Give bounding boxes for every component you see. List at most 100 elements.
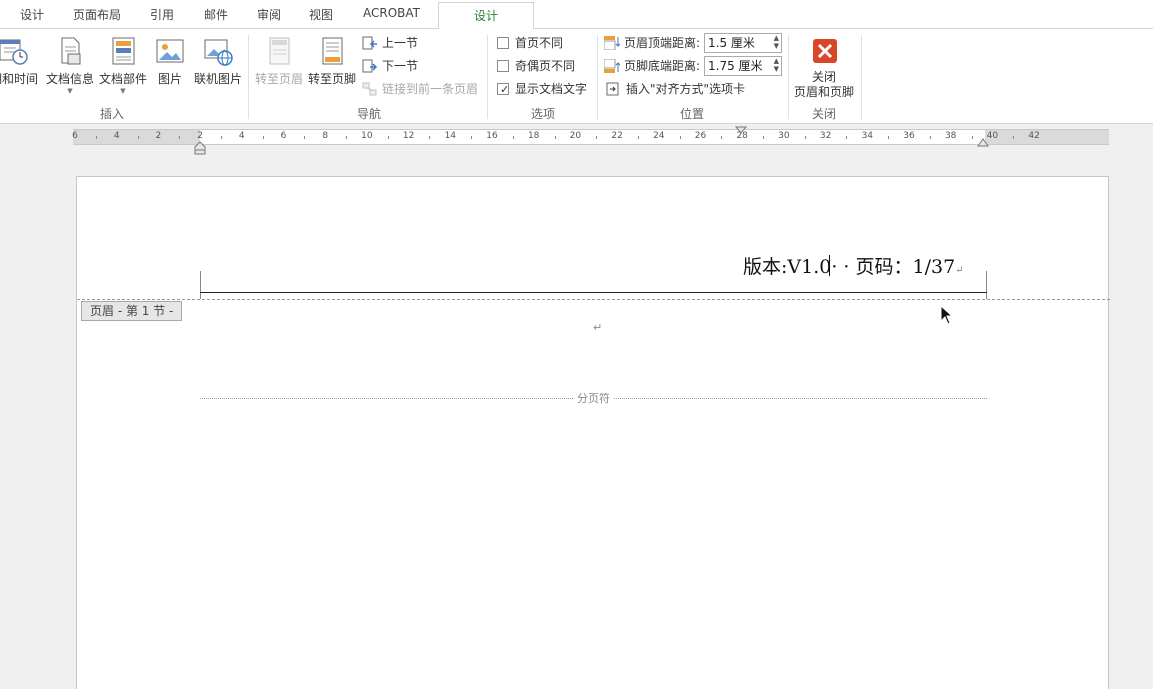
show-document-text-label: 显示文档文字 — [515, 82, 588, 96]
tab-acrobat[interactable]: ACROBAT — [363, 6, 420, 20]
first-page-different-label: 首页不同 — [515, 36, 564, 50]
dropdown-arrow-icon: ▼ — [67, 87, 73, 95]
odd-even-different-checkbox[interactable]: 奇偶页不同 — [497, 57, 575, 75]
ruler-label: 6 — [280, 131, 287, 141]
tab-view[interactable]: 视图 — [309, 6, 333, 23]
ruler-tick — [596, 136, 598, 139]
ruler-tick — [512, 136, 514, 139]
footer-bottom-distance-input[interactable]: 1.75 厘米 ▲ ▼ — [704, 56, 782, 76]
group-separator — [861, 35, 862, 119]
ruler-tick — [387, 136, 389, 139]
ruler-label: 12 — [402, 131, 415, 141]
close-label-line1: 关闭 — [811, 70, 836, 84]
tab-review[interactable]: 审阅 — [257, 6, 281, 23]
checkbox-box — [497, 37, 509, 49]
header-text[interactable]: 版本:V1.0· · 页码：1/37↵ — [743, 252, 964, 279]
ruler-label: 16 — [486, 131, 498, 141]
show-document-text-checkbox[interactable]: ✓ 显示文档文字 — [497, 80, 587, 98]
ruler-tick — [262, 136, 264, 139]
checkmark-icon: ✓ — [500, 83, 510, 96]
ruler-tick — [721, 136, 723, 139]
prev-section-button[interactable]: 上一节 — [362, 34, 418, 52]
ruler-label: 24 — [653, 131, 665, 141]
doc-info-button[interactable]: 文档信息 ▼ — [44, 35, 96, 95]
ruler-label: 42 — [1028, 131, 1040, 141]
checkbox-box — [497, 60, 509, 72]
group-separator — [487, 35, 488, 119]
ruler-label: 34 — [861, 131, 874, 141]
ruler-label: 4 — [238, 131, 245, 141]
doc-info-icon — [54, 35, 86, 67]
document-page[interactable]: 版本:V1.0· · 页码：1/37↵ 页眉 - 第 1 节 - ↵ 分页符 — [76, 176, 1110, 689]
group-separator — [248, 35, 249, 119]
goto-header-button[interactable]: 转至页眉 — [254, 35, 304, 87]
ruler-tick — [220, 136, 222, 139]
left-indent-marker-icon[interactable] — [194, 141, 206, 155]
group-separator — [788, 35, 789, 119]
tab-page-layout[interactable]: 页面布局 — [73, 6, 121, 23]
footer-distance-icon — [603, 58, 621, 73]
picture-label: 图片 — [157, 72, 182, 86]
link-to-previous-label: 链接到前一条页眉 — [382, 82, 479, 96]
header-version-text: 版本:V1. — [743, 256, 820, 278]
header-distance-icon — [603, 36, 621, 51]
calendar-clock-icon — [0, 35, 30, 67]
ruler-tick — [846, 136, 848, 139]
prev-section-icon — [362, 36, 378, 50]
spinner-arrows-icon[interactable]: ▲ ▼ — [774, 34, 779, 50]
first-line-indent-marker-icon[interactable] — [735, 126, 747, 135]
next-section-button[interactable]: 下一节 — [362, 57, 418, 75]
goto-header-label: 转至页眉 — [254, 72, 303, 86]
tab-header-footer-design[interactable]: 设计 — [438, 2, 534, 30]
ruler-area: 6 4 2 2 4 6 8 10 12 14 16 18 20 22 24 26 28 30 32 34 36 38 40 4… — [0, 124, 1153, 164]
group-separator — [597, 35, 598, 119]
header-border-line — [200, 292, 987, 293]
ruler-tick — [763, 136, 765, 139]
header-top-distance-row: 页眉顶端距离: — [603, 33, 700, 53]
odd-even-different-label: 奇偶页不同 — [515, 59, 576, 73]
ruler-tick — [637, 136, 639, 139]
online-picture-button[interactable]: 联机图片 — [192, 35, 244, 87]
ruler-label: 36 — [903, 131, 915, 141]
ruler-tick — [95, 136, 97, 139]
spinner-arrows-icon[interactable]: ▲ ▼ — [774, 57, 779, 73]
date-time-button[interactable]: 日期和时间 — [0, 35, 42, 87]
first-page-different-checkbox[interactable]: 首页不同 — [497, 34, 563, 52]
right-indent-marker-icon[interactable] — [977, 138, 989, 147]
ruler-label: 18 — [527, 131, 540, 141]
header-section-tag: 页眉 - 第 1 节 - — [81, 301, 183, 321]
goto-footer-icon — [316, 35, 348, 67]
next-section-label: 下一节 — [382, 59, 419, 73]
dropdown-arrow-icon: ▼ — [120, 87, 126, 95]
doc-parts-button[interactable]: 文档部件 ▼ — [97, 35, 149, 95]
goto-header-icon — [263, 35, 295, 67]
online-picture-icon — [202, 35, 234, 67]
close-header-footer-button[interactable]: 关闭 页眉和页脚 — [793, 35, 855, 100]
tab-mailings[interactable]: 邮件 — [204, 6, 228, 23]
tab-design-doc[interactable]: 设计 — [20, 6, 44, 23]
prev-section-label: 上一节 — [382, 36, 419, 50]
horizontal-ruler[interactable]: 6 4 2 2 4 6 8 10 12 14 16 18 20 22 24 26 28 30 32 34 36 38 40 4… — [72, 129, 1109, 145]
checkbox-box: ✓ — [497, 83, 510, 96]
ruler-label: 4 — [113, 131, 120, 141]
ruler-tick — [304, 136, 306, 139]
header-top-distance-input[interactable]: 1.5 厘米 ▲ ▼ — [704, 33, 782, 53]
close-icon — [808, 35, 840, 67]
ruler-label: 30 — [778, 131, 790, 141]
ruler-label: 2 — [155, 131, 162, 141]
insert-alignment-tab-button[interactable]: 插入"对齐方式"选项卡 — [606, 79, 745, 99]
footer-bottom-distance-label: 页脚底端距离: — [624, 59, 701, 73]
picture-button[interactable]: 图片 — [152, 35, 188, 87]
ruler-tick — [346, 136, 348, 139]
ruler-label: 22 — [611, 131, 623, 141]
header-page-number-text: 0· · 页码：1/37 — [819, 256, 956, 278]
doc-info-label: 文档信息 — [45, 72, 94, 86]
body-paragraph-mark: ↵ — [593, 321, 603, 334]
link-to-previous-button[interactable]: 链接到前一条页眉 — [362, 80, 478, 98]
goto-footer-button[interactable]: 转至页脚 — [307, 35, 357, 87]
margin-corner-mark — [986, 271, 987, 299]
ruler-tick — [471, 136, 473, 139]
tab-references[interactable]: 引用 — [150, 6, 174, 23]
page-break-label: 分页符 — [573, 390, 614, 406]
ruler-label: 8 — [322, 131, 329, 141]
